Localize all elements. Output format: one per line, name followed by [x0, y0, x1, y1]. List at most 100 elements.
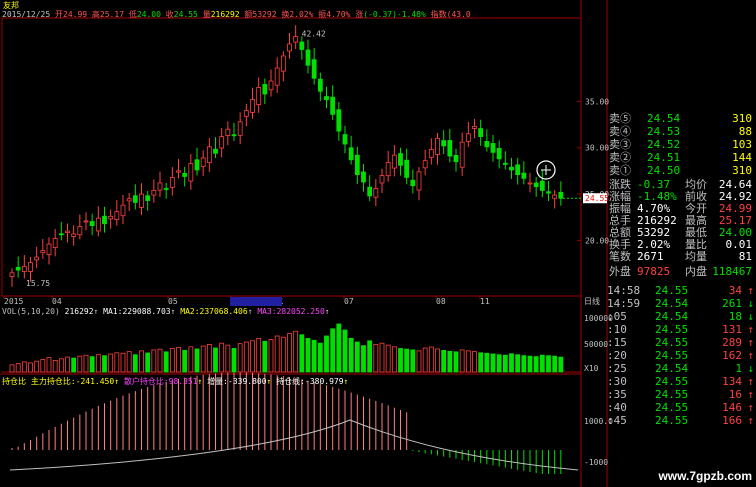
- volume-bar: [77, 355, 83, 373]
- volume-bar: [157, 348, 163, 373]
- arrow-up-icon: ↑: [747, 388, 754, 401]
- tick-row: :05 24.54 18 ↓: [607, 310, 756, 323]
- candle: [139, 193, 144, 208]
- candle: [391, 154, 397, 169]
- volume-bar: [348, 337, 354, 373]
- volume-bar: [46, 357, 52, 373]
- candle: [151, 189, 157, 196]
- candle: [447, 140, 453, 157]
- volume-bar: [410, 349, 416, 373]
- tick-volume: 162: [722, 349, 742, 362]
- candle: [287, 43, 292, 52]
- volume-bar: [533, 356, 539, 373]
- tick-time: :30: [607, 375, 627, 388]
- candle: [484, 141, 490, 148]
- volume-bar: [324, 335, 329, 373]
- tick-row: :45 24.55 166 ↑: [607, 414, 756, 427]
- tick-row: :20 24.55 162 ↑: [607, 349, 756, 362]
- tick-time: :45: [607, 414, 627, 427]
- volume-bar: [546, 355, 551, 373]
- volume-value: 216292: [210, 10, 240, 19]
- volume-bar: [336, 323, 342, 373]
- volume-bar: [453, 351, 459, 373]
- x-tick-label: 08: [436, 297, 446, 306]
- tick-volume: 261: [722, 297, 742, 310]
- low-label: 15.75: [26, 279, 50, 288]
- candle: [354, 154, 360, 176]
- volume-bar: [250, 340, 255, 373]
- amplitude-value: 4.70%: [326, 10, 351, 19]
- volume-bar: [237, 343, 243, 373]
- index-value: (43.0: [446, 10, 471, 19]
- candle: [373, 188, 379, 198]
- volume-bar: [515, 354, 521, 373]
- candle: [15, 266, 21, 271]
- ask-volume: 310: [732, 112, 752, 125]
- candle: [213, 148, 218, 154]
- volume-bar: [465, 350, 471, 373]
- tick-price: 24.54: [655, 310, 689, 323]
- price-tag: 24.55: [585, 194, 609, 203]
- ind-incr: 增量:-339.800: [207, 377, 267, 386]
- outer-inner-row: 外盘 97825 内盘 118467: [607, 265, 756, 278]
- candle: [385, 162, 391, 177]
- candle: [274, 67, 280, 86]
- candle: [163, 188, 169, 190]
- tick-volume: 34: [728, 284, 742, 297]
- candle: [348, 147, 354, 161]
- volume-bar: [145, 352, 151, 373]
- ask-volume: 103: [732, 138, 752, 151]
- stat-label: 笔数: [609, 250, 631, 263]
- volume-bar: [132, 354, 138, 373]
- ask-volume: 144: [732, 151, 752, 164]
- tick-row: 14:58 24.55 34 ↑: [607, 284, 756, 297]
- candle: [453, 154, 459, 163]
- volume-bar: [552, 355, 558, 373]
- ask-row: 卖③ 24.52 103: [607, 138, 756, 151]
- volume-bar: [243, 341, 249, 373]
- tick-row: :15 24.55 289 ↑: [607, 336, 756, 349]
- candle: [28, 262, 33, 272]
- ma1: MA1:229088.703: [103, 307, 171, 316]
- chart-header: 友邦 2015/12/25 开24.99 高25.17 低24.00 收24.5…: [0, 0, 600, 19]
- x-tick-label: 2015: [4, 297, 23, 306]
- arrow-up-icon: ↑: [747, 349, 754, 362]
- x-tick-label: 05: [168, 297, 178, 306]
- volume-bar: [200, 345, 206, 373]
- candle: [132, 195, 138, 203]
- vol-label: VOL(5,10,20): [2, 307, 60, 316]
- candle: [324, 96, 329, 100]
- tick-price: 24.55: [655, 414, 689, 427]
- high-label: 高: [91, 10, 100, 19]
- candle: [89, 221, 95, 226]
- volume-bar: [194, 348, 200, 373]
- candle: [465, 133, 471, 142]
- volume-bar: [262, 340, 268, 373]
- arrow-down-icon: ↓: [747, 297, 754, 310]
- stat-value: 81: [738, 250, 752, 263]
- candle: [77, 226, 83, 236]
- volume-bar: [447, 350, 453, 373]
- ind-tick: -1000: [584, 458, 608, 467]
- date: 2015/12/25: [2, 10, 51, 19]
- tick-price: 24.55: [655, 323, 689, 336]
- volume-bar: [521, 355, 527, 373]
- volume-bar: [490, 353, 496, 373]
- quote-panel: 卖⑤ 24.54 310 卖④ 24.53 88 卖③ 24.52 103 卖② 24.51 144 卖…: [607, 112, 756, 487]
- candle: [435, 138, 440, 155]
- y-tick-label: 30.00: [585, 144, 609, 153]
- ask-price: 24.50: [647, 164, 681, 177]
- candle: [182, 173, 188, 177]
- y-tick-label: 20.00: [585, 236, 609, 245]
- low-value: 24.00: [136, 10, 161, 19]
- volume-bar: [459, 349, 465, 373]
- candle: [231, 134, 237, 137]
- outer-label: 外盘: [609, 265, 631, 278]
- volume-bar: [89, 356, 95, 373]
- arrow-up-icon: ↑: [747, 323, 754, 336]
- ask-label: 卖①: [609, 164, 631, 177]
- volume-bar: [71, 357, 77, 373]
- candle: [225, 128, 231, 136]
- volume-bar: [108, 353, 114, 373]
- ask-label: 卖④: [609, 125, 631, 138]
